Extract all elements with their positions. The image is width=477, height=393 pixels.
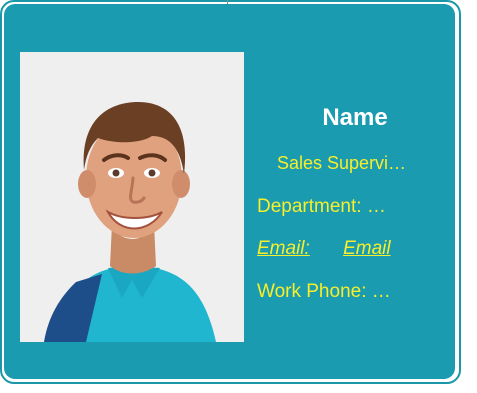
email-row: Email: Email — [257, 238, 391, 260]
profile-photo-illustration — [20, 52, 244, 342]
department-field: Department: … — [257, 196, 386, 217]
email-label-link[interactable]: Email: — [257, 238, 310, 259]
contact-name: Name — [322, 104, 388, 131]
profile-photo — [20, 52, 244, 342]
job-title: Sales Supervi… — [277, 153, 407, 173]
contact-card: Name Sales Supervi… Department: … Email:… — [4, 4, 455, 379]
work-phone-field: Work Phone: … — [257, 281, 391, 302]
email-link[interactable]: Email — [343, 238, 391, 259]
